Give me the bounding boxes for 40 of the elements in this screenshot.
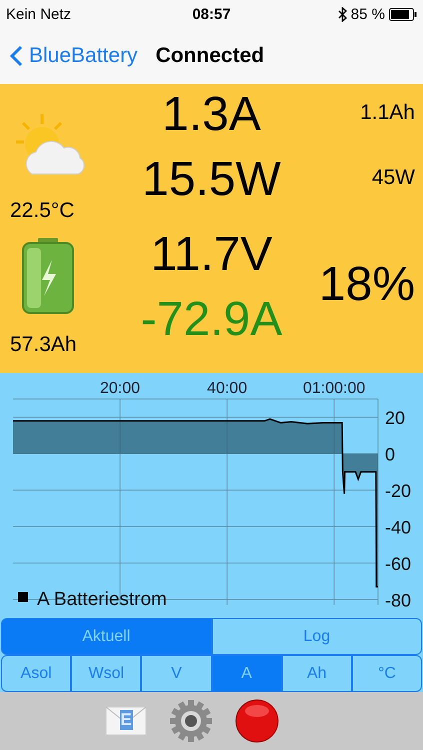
charge-percent-reading: 18% xyxy=(318,257,415,313)
unit-tab[interactable]: Asol xyxy=(1,655,72,692)
x-tick-label: 01:00:00 xyxy=(302,380,366,397)
bluetooth-icon xyxy=(338,6,347,22)
x-tick-label: 20:00 xyxy=(100,380,140,397)
solar-charge-reading: 1.1Ah xyxy=(360,100,415,126)
capacity-reading: 57.3Ah xyxy=(10,332,77,358)
carrier-label: Kein Netz xyxy=(6,6,72,22)
temperature-reading: 22.5°C xyxy=(10,198,74,224)
email-button[interactable]: E xyxy=(104,706,146,736)
unit-tab[interactable]: °C xyxy=(352,655,422,692)
record-button[interactable] xyxy=(234,699,278,743)
solar-power-reading: 15.5W xyxy=(142,152,281,208)
battery-current-reading: -72.9A xyxy=(140,292,282,348)
unit-tab[interactable]: Wsol xyxy=(71,655,142,692)
y-tick-label: -60 xyxy=(385,554,412,574)
x-tick-label: 40:00 xyxy=(207,380,248,397)
view-tab[interactable]: Aktuell xyxy=(1,618,212,655)
y-tick-label: 0 xyxy=(385,444,396,465)
solar-power-reading: 45W xyxy=(372,165,415,191)
unit-tab[interactable]: Ah xyxy=(282,655,352,692)
y-tick-label: -20 xyxy=(385,481,412,502)
solar-current-reading: 1.3A xyxy=(162,87,261,143)
legend-swatch xyxy=(18,592,28,602)
voltage-reading: 11.7V xyxy=(150,227,272,283)
unit-tab[interactable]: A xyxy=(212,655,282,692)
view-tab[interactable]: Log xyxy=(212,618,422,655)
screen-title: Connected xyxy=(156,44,264,68)
back-chevron-icon[interactable] xyxy=(10,45,23,67)
y-tick-label: 20 xyxy=(385,408,406,428)
y-tick-label: -40 xyxy=(385,518,412,538)
legend-label: A Batteriestrom xyxy=(37,589,167,610)
unit-tab[interactable]: V xyxy=(141,655,212,692)
back-button[interactable]: BlueBattery xyxy=(10,44,138,68)
battery-icon xyxy=(22,238,74,314)
battery-icon xyxy=(389,8,417,20)
battery-percent: 85 % xyxy=(350,6,385,22)
settings-icon[interactable] xyxy=(168,699,212,743)
y-tick-label: -80 xyxy=(385,590,412,611)
clock: 08:57 xyxy=(192,6,231,22)
